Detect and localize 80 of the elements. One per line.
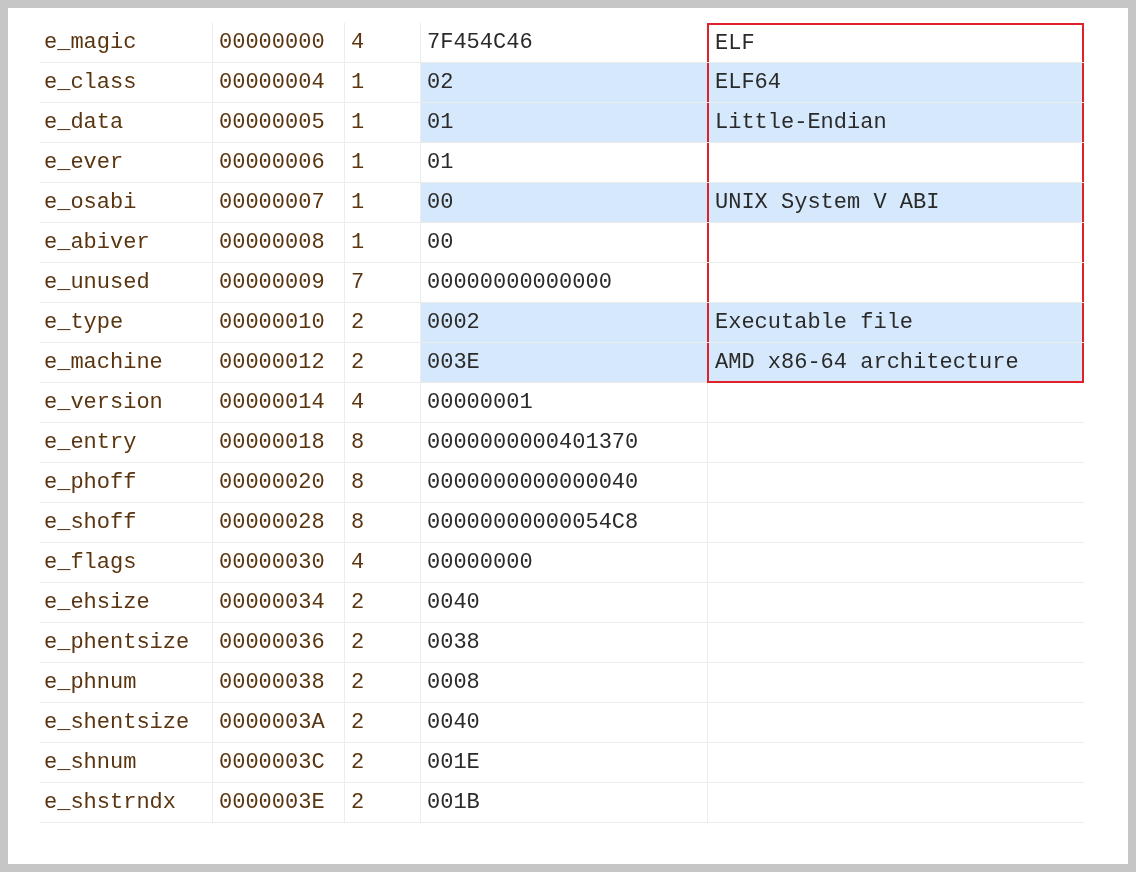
- value-cell: 001B: [420, 783, 707, 822]
- field-name-cell-text: e_ehsize: [43, 589, 151, 617]
- value-cell: 7F454C46: [420, 23, 707, 62]
- size-cell: 8: [344, 463, 420, 502]
- value-cell: 00000000000054C8: [420, 503, 707, 542]
- value-cell: 00000000000000: [420, 263, 707, 302]
- field-name-cell-text: e_machine: [43, 349, 164, 377]
- offset-cell: 00000004: [212, 63, 344, 102]
- size-cell: 2: [344, 623, 420, 662]
- offset-cell: 00000007: [212, 183, 344, 222]
- field-name-cell-text: e_osabi: [43, 189, 138, 217]
- value-cell: 0040: [420, 703, 707, 742]
- offset-cell: 00000006: [212, 143, 344, 182]
- description-cell: UNIX System V ABI: [707, 183, 1084, 222]
- size-cell: 8: [344, 423, 420, 462]
- description-cell: Executable file: [707, 303, 1084, 342]
- field-name-cell-text: e_shentsize: [43, 709, 191, 737]
- value-cell: 00: [420, 223, 707, 262]
- size-cell: 2: [344, 663, 420, 702]
- offset-cell: 00000028: [212, 503, 344, 542]
- value-cell: 0000000000000040: [420, 463, 707, 502]
- field-name-cell-text: e_shnum: [43, 749, 138, 777]
- field-name-cell-text: e_version: [43, 389, 164, 417]
- field-name-cell-text: e_magic: [43, 29, 138, 57]
- size-cell: 2: [344, 783, 420, 822]
- offset-cell: 0000003E: [212, 783, 344, 822]
- offset-cell: 00000008: [212, 223, 344, 262]
- offset-cell: 00000034: [212, 583, 344, 622]
- offset-cell: 0000003A: [212, 703, 344, 742]
- description-cell: Little-Endian: [707, 103, 1084, 142]
- field-name-cell-text: e_unused: [43, 269, 151, 297]
- field-name-cell-text: e_shstrndx: [43, 789, 178, 817]
- size-cell: 1: [344, 143, 420, 182]
- size-cell: 7: [344, 263, 420, 302]
- offset-cell: 00000000: [212, 23, 344, 62]
- offset-cell: 0000003C: [212, 743, 344, 782]
- description-cell: AMD x86-64 architecture: [707, 343, 1084, 383]
- field-name-cell-text: e_flags: [43, 549, 138, 577]
- value-cell: 001E: [420, 743, 707, 782]
- field-name-cell-text: e_type: [43, 309, 125, 337]
- size-cell: 2: [344, 703, 420, 742]
- value-cell: 00000000: [420, 543, 707, 582]
- field-name-cell-text: e_class: [43, 69, 138, 97]
- value-cell: 02: [420, 63, 707, 102]
- description-cell: ELF64: [707, 63, 1084, 102]
- size-cell: 4: [344, 23, 420, 62]
- field-name-cell-text: e_phentsize: [43, 629, 191, 657]
- size-cell: 4: [344, 543, 420, 582]
- size-cell: 2: [344, 583, 420, 622]
- offset-cell: 00000005: [212, 103, 344, 142]
- value-cell: 00: [420, 183, 707, 222]
- offset-cell: 00000036: [212, 623, 344, 662]
- size-cell: 2: [344, 743, 420, 782]
- value-cell: 003E: [420, 343, 707, 382]
- offset-cell: 00000012: [212, 343, 344, 382]
- size-cell: 1: [344, 223, 420, 262]
- value-cell: 0038: [420, 623, 707, 662]
- offset-cell: 00000038: [212, 663, 344, 702]
- field-name-cell-text: e_shoff: [43, 509, 138, 537]
- offset-cell: 00000018: [212, 423, 344, 462]
- value-cell: 00000001: [420, 383, 707, 422]
- field-name-cell-text: e_abiver: [43, 229, 151, 257]
- field-name-cell-text: e_ever: [43, 149, 125, 177]
- offset-cell: 00000020: [212, 463, 344, 502]
- offset-cell: 00000030: [212, 543, 344, 582]
- offset-cell: 00000010: [212, 303, 344, 342]
- field-name-cell-text: e_data: [43, 109, 125, 137]
- size-cell: 8: [344, 503, 420, 542]
- offset-cell: 00000009: [212, 263, 344, 302]
- field-name-cell-text: e_phoff: [43, 469, 138, 497]
- value-cell: 01: [420, 103, 707, 142]
- field-name-cell-text: e_entry: [43, 429, 138, 457]
- value-cell: 0002: [420, 303, 707, 342]
- value-cell: 0040: [420, 583, 707, 622]
- offset-cell: 00000014: [212, 383, 344, 422]
- value-cell: 01: [420, 143, 707, 182]
- size-cell: 4: [344, 383, 420, 422]
- field-name-cell-text: e_phnum: [43, 669, 138, 697]
- value-cell: 0000000000401370: [420, 423, 707, 462]
- value-cell: 0008: [420, 663, 707, 702]
